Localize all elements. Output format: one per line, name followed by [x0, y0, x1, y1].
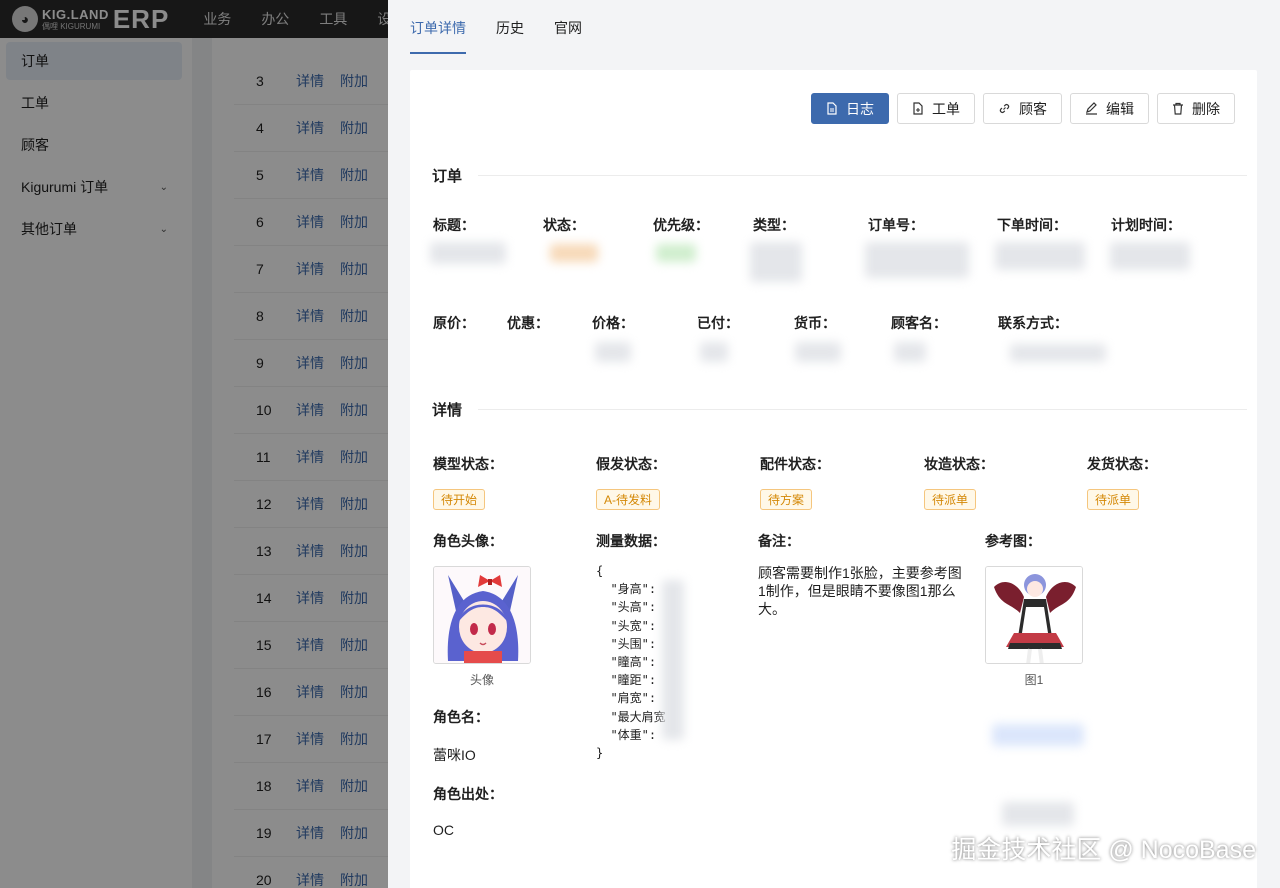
tab-website[interactable]: 官网 — [554, 0, 582, 56]
measurements-json: { "身高": "头高": "头宽": "头围": "瞳高": "瞳距": "肩… — [596, 562, 666, 762]
field-label-currency: 货币： — [794, 315, 836, 331]
status-badge: 待方案 — [760, 489, 813, 510]
file-icon — [826, 102, 838, 115]
field-label-role-origin: 角色出处： — [433, 786, 503, 802]
redacted-value — [656, 244, 696, 262]
redacted-value — [795, 342, 841, 362]
reference-illustration-icon — [986, 567, 1082, 663]
file-add-icon — [912, 102, 924, 115]
redacted-value — [662, 580, 684, 740]
role-origin-value: OC — [433, 822, 454, 838]
measurement-line: "最大肩宽 — [596, 709, 666, 724]
field-label-original-price: 原价： — [433, 315, 475, 331]
redacted-value — [894, 342, 926, 362]
measurement-line: "瞳距": — [596, 673, 657, 688]
field-label-measurements: 测量数据： — [596, 533, 666, 549]
measurement-line: { — [596, 564, 604, 578]
remark-text: 顾客需要制作1张脸，主要参考图1制作，但是眼睛不要像图1那么大。 — [758, 565, 962, 617]
order-section-title: 订单 — [432, 165, 1247, 186]
redacted-value — [550, 244, 598, 262]
redacted-value — [700, 342, 728, 362]
redacted-value — [1002, 802, 1074, 826]
avatar-image[interactable] — [433, 566, 531, 664]
redacted-value — [595, 342, 631, 362]
measurement-line: "头高": — [596, 600, 657, 615]
field-label-model-status: 模型状态： — [433, 456, 503, 472]
field-label-shipping-status: 发货状态： — [1087, 456, 1157, 472]
field-label-plan-time: 计划时间： — [1111, 217, 1181, 233]
drawer-tabs: 订单详情 历史 官网 — [410, 0, 612, 56]
edit-button[interactable]: 编辑 — [1070, 93, 1149, 124]
measurement-line: "身高": — [596, 582, 657, 597]
redacted-value — [1110, 242, 1190, 270]
field-label-contact: 联系方式： — [998, 315, 1068, 331]
field-label-order-no: 订单号： — [868, 217, 924, 233]
field-label-discount: 优惠： — [507, 315, 549, 331]
log-button[interactable]: 日志 — [811, 93, 889, 124]
status-badge: 待派单 — [1087, 489, 1140, 510]
field-label-type: 类型： — [753, 217, 795, 233]
avatar-caption: 头像 — [469, 673, 494, 687]
measurement-line: "肩宽": — [596, 691, 657, 706]
redacted-value — [992, 724, 1084, 746]
measurement-line: "头围": — [596, 636, 657, 651]
action-bar: 日志 工单 顾客 编辑 删除 — [803, 93, 1235, 124]
field-label-wig-status: 假发状态： — [596, 456, 666, 472]
field-label-price: 价格： — [592, 315, 634, 331]
workorder-button[interactable]: 工单 — [897, 93, 975, 124]
field-label-reference: 参考图： — [985, 533, 1041, 549]
field-label-remark: 备注： — [758, 533, 800, 549]
detail-card: 日志 工单 顾客 编辑 删除 订单 标题： 状态： 优先级： 类型： 订单号： … — [410, 70, 1257, 888]
measurement-line: "头宽": — [596, 618, 657, 633]
field-label-makeup-status: 妆造状态： — [924, 456, 994, 472]
field-label-status: 状态： — [543, 217, 585, 233]
field-label-avatar: 角色头像： — [433, 533, 503, 549]
measurement-line: } — [596, 746, 604, 761]
redacted-value — [995, 242, 1085, 270]
tab-order-detail[interactable]: 订单详情 — [410, 0, 466, 56]
tab-history[interactable]: 历史 — [496, 0, 524, 56]
redacted-value — [750, 242, 802, 282]
redacted-value — [1010, 344, 1106, 362]
field-label-accessory-status: 配件状态： — [760, 456, 830, 472]
reference-caption: 图1 — [1024, 673, 1044, 687]
detail-section-title: 详情 — [432, 399, 1247, 420]
link-icon — [998, 102, 1011, 115]
watermark: 掘金技术社区 @ NocoBase — [951, 836, 1256, 864]
reference-image[interactable] — [985, 566, 1083, 664]
redacted-value — [865, 242, 969, 278]
redacted-value — [430, 242, 506, 264]
customer-button[interactable]: 顾客 — [983, 93, 1062, 124]
field-label-customer-name: 顾客名： — [891, 315, 947, 331]
field-label-paid: 已付： — [697, 315, 739, 331]
field-label-priority: 优先级： — [653, 217, 709, 233]
avatar-illustration-icon — [434, 567, 530, 663]
status-badge: A-待发料 — [596, 489, 661, 510]
field-label-order-time: 下单时间： — [997, 217, 1067, 233]
trash-icon — [1172, 102, 1184, 115]
role-name-value: 蕾咪IO — [433, 747, 476, 763]
status-badge: 待派单 — [924, 489, 977, 510]
edit-icon — [1085, 102, 1098, 115]
field-label-role-name: 角色名： — [433, 709, 489, 725]
field-label-title: 标题： — [433, 217, 475, 233]
status-badge: 待开始 — [433, 489, 486, 510]
order-detail-drawer: 订单详情 历史 官网 日志 工单 顾客 编辑 删除 订单 标题： 状态： 优先级… — [388, 0, 1280, 888]
delete-button[interactable]: 删除 — [1157, 93, 1235, 124]
measurement-line: "体重": — [596, 727, 657, 742]
measurement-line: "瞳高": — [596, 655, 657, 670]
